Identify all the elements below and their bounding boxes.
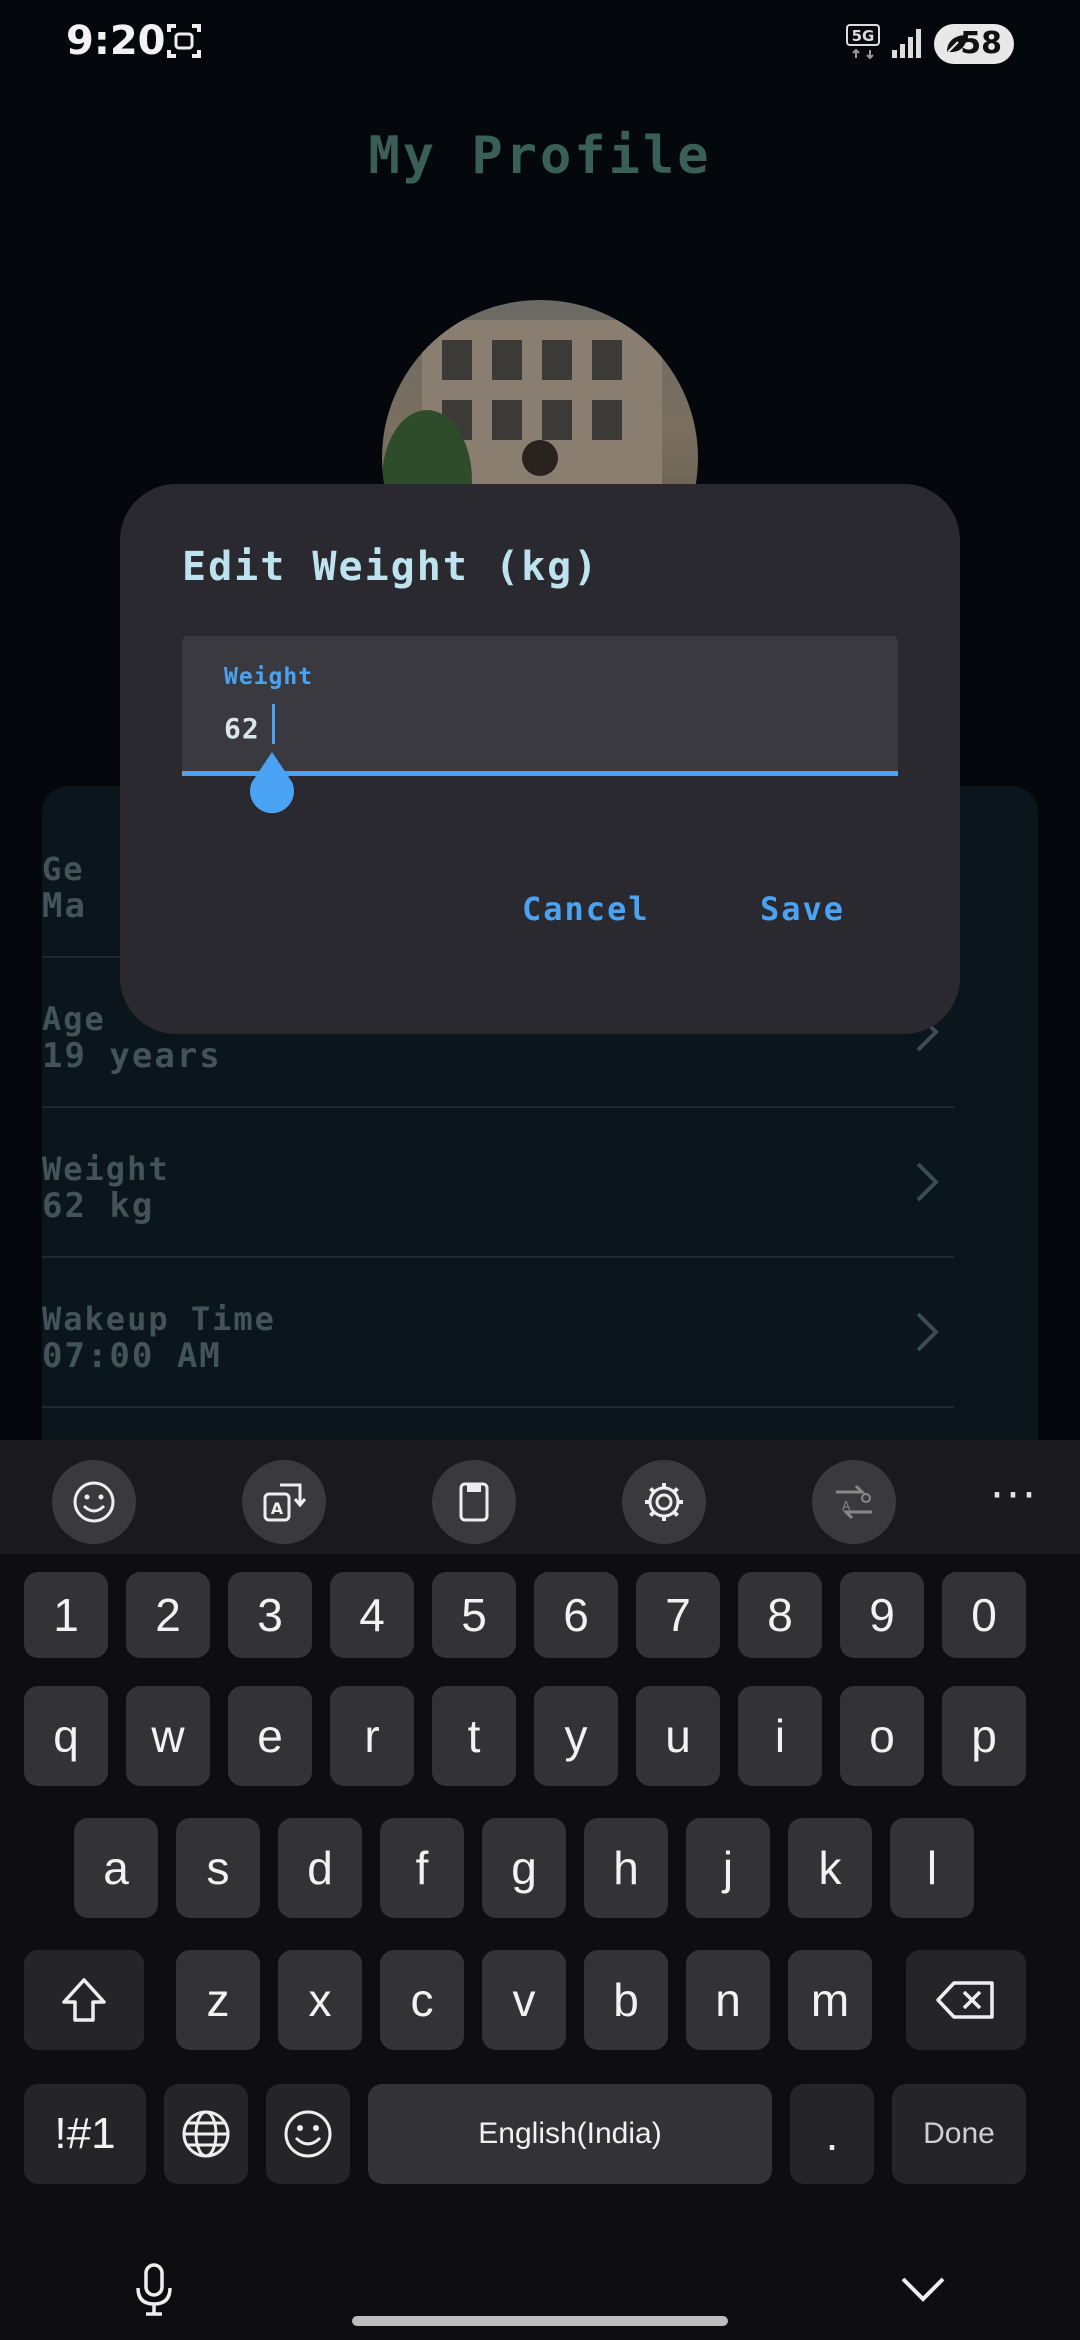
svg-text:A: A: [271, 1499, 284, 1518]
avatar-photo-person: [522, 440, 558, 476]
key-k[interactable]: k: [788, 1818, 872, 1918]
text-cursor: [272, 704, 275, 744]
globe-icon: [182, 2110, 230, 2158]
key-b[interactable]: b: [584, 1950, 668, 2050]
row-label: Age: [42, 1000, 106, 1038]
soft-keyboard: A A ··· 1 2 3 4 5 6 7 8 9 0 q w e r t y …: [0, 1440, 1080, 2340]
divider: [42, 1406, 954, 1408]
emoji-icon: [284, 2110, 332, 2158]
key-v[interactable]: v: [482, 1950, 566, 2050]
edit-weight-dialog: Edit Weight (kg) Weight Cancel Save: [120, 484, 960, 1034]
5g-icon: 5G: [846, 24, 880, 60]
chevron-right-icon: [916, 1312, 939, 1352]
profile-row-weight[interactable]: Weight 62 kg: [42, 1108, 954, 1258]
text-transform-icon: A: [263, 1483, 306, 1522]
text-selection-handle[interactable]: [244, 750, 300, 830]
key-3[interactable]: 3: [228, 1572, 312, 1658]
translate-icon: A: [836, 1484, 872, 1520]
row-label: Ge: [42, 850, 85, 888]
emoji-icon: [73, 1481, 115, 1523]
shift-icon: [62, 1978, 106, 2022]
more-icon[interactable]: ···: [990, 1470, 1038, 1521]
key-u[interactable]: u: [636, 1686, 720, 1786]
key-c[interactable]: c: [380, 1950, 464, 2050]
key-x[interactable]: x: [278, 1950, 362, 2050]
period-key[interactable]: .: [790, 2084, 874, 2184]
microphone-icon[interactable]: [134, 2262, 174, 2318]
keyboard-toolbar: A A ···: [0, 1440, 1080, 1554]
translate-button[interactable]: A: [812, 1460, 896, 1544]
weight-field-label: Weight: [224, 664, 314, 690]
key-5[interactable]: 5: [432, 1572, 516, 1658]
key-d[interactable]: d: [278, 1818, 362, 1918]
emoji-button[interactable]: [52, 1460, 136, 1544]
clipboard-button[interactable]: [432, 1460, 516, 1544]
key-y[interactable]: y: [534, 1686, 618, 1786]
settings-icon: [645, 1483, 683, 1521]
row-value: 62 kg: [42, 1186, 155, 1226]
key-f[interactable]: f: [380, 1818, 464, 1918]
key-6[interactable]: 6: [534, 1572, 618, 1658]
key-e[interactable]: e: [228, 1686, 312, 1786]
key-w[interactable]: w: [126, 1686, 210, 1786]
key-g[interactable]: g: [482, 1818, 566, 1918]
key-o[interactable]: o: [840, 1686, 924, 1786]
svg-text:A: A: [842, 1499, 851, 1513]
screen-record-icon: [167, 24, 201, 58]
svg-text:5G: 5G: [852, 27, 875, 45]
key-n[interactable]: n: [686, 1950, 770, 2050]
clipboard-icon: [459, 1482, 489, 1522]
emoji-key[interactable]: [266, 2084, 350, 2184]
battery-level: 58: [960, 26, 1002, 61]
signal-icon: [892, 29, 921, 58]
weight-input[interactable]: [224, 706, 854, 750]
cancel-button[interactable]: Cancel: [522, 890, 650, 928]
key-h[interactable]: h: [584, 1818, 668, 1918]
chevron-right-icon: [916, 1162, 939, 1202]
key-l[interactable]: l: [890, 1818, 974, 1918]
key-1[interactable]: 1: [24, 1572, 108, 1658]
status-time: 9:20: [66, 18, 166, 64]
key-j[interactable]: j: [686, 1818, 770, 1918]
key-8[interactable]: 8: [738, 1572, 822, 1658]
row-value: 07:00 AM: [42, 1336, 222, 1376]
key-7[interactable]: 7: [636, 1572, 720, 1658]
key-p[interactable]: p: [942, 1686, 1026, 1786]
key-r[interactable]: r: [330, 1686, 414, 1786]
key-z[interactable]: z: [176, 1950, 260, 2050]
text-transform-button[interactable]: A: [242, 1460, 326, 1544]
row-value: 19 years: [42, 1036, 222, 1076]
key-4[interactable]: 4: [330, 1572, 414, 1658]
row-label: Wakeup Time: [42, 1300, 276, 1338]
status-bar: 9:20 5G 58: [0, 0, 1080, 88]
gesture-nav-handle[interactable]: [352, 2316, 728, 2326]
row-value: Ma: [42, 886, 87, 926]
hide-keyboard-icon[interactable]: [900, 2274, 946, 2304]
row-label: Weight: [42, 1150, 170, 1188]
key-i[interactable]: i: [738, 1686, 822, 1786]
key-2[interactable]: 2: [126, 1572, 210, 1658]
space-key[interactable]: English(India): [368, 2084, 772, 2184]
battery-indicator: 58: [934, 24, 1014, 64]
done-key[interactable]: Done: [892, 2084, 1026, 2184]
backspace-icon: [936, 1981, 994, 2019]
dialog-title: Edit Weight (kg): [182, 544, 600, 590]
settings-button[interactable]: [622, 1460, 706, 1544]
profile-row-wakeup-time[interactable]: Wakeup Time 07:00 AM: [42, 1258, 954, 1408]
key-s[interactable]: s: [176, 1818, 260, 1918]
key-9[interactable]: 9: [840, 1572, 924, 1658]
key-t[interactable]: t: [432, 1686, 516, 1786]
symbols-key[interactable]: !#1: [24, 2084, 146, 2184]
key-m[interactable]: m: [788, 1950, 872, 2050]
language-key[interactable]: [164, 2084, 248, 2184]
shift-key[interactable]: [24, 1950, 144, 2050]
key-a[interactable]: a: [74, 1818, 158, 1918]
backspace-key[interactable]: [906, 1950, 1026, 2050]
key-0[interactable]: 0: [942, 1572, 1026, 1658]
page-title: My Profile: [368, 126, 712, 186]
key-q[interactable]: q: [24, 1686, 108, 1786]
save-button[interactable]: Save: [760, 890, 845, 928]
